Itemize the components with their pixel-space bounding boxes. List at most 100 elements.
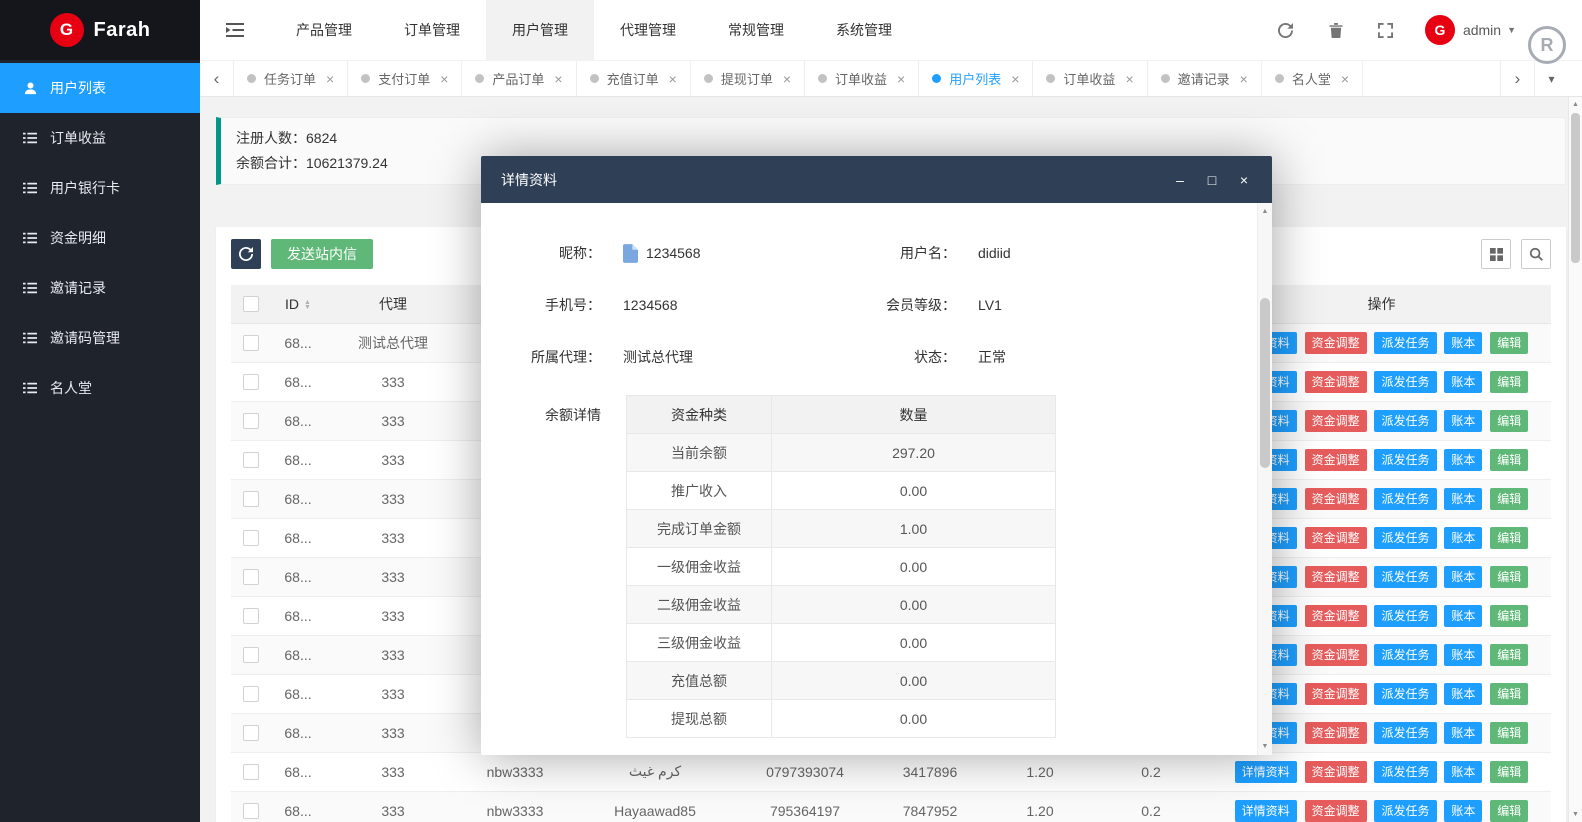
row-checkbox[interactable] (243, 647, 259, 663)
tab-close-icon[interactable]: × (554, 71, 562, 87)
tab-close-icon[interactable]: × (897, 71, 905, 87)
detail-button[interactable]: 详情资料 (1235, 800, 1297, 822)
fullscreen-icon[interactable] (1361, 23, 1411, 38)
ledger-button[interactable]: 账本 (1444, 449, 1482, 471)
ledger-button[interactable]: 账本 (1444, 332, 1482, 354)
dispatch-task-button[interactable]: 派发任务 (1374, 761, 1436, 783)
tab[interactable]: 任务订单 × (234, 61, 348, 96)
row-checkbox[interactable] (243, 452, 259, 468)
dispatch-task-button[interactable]: 派发任务 (1374, 644, 1436, 666)
fund-adjust-button[interactable]: 资金调整 (1305, 566, 1367, 588)
sidebar-item[interactable]: 邀请码管理 (0, 313, 200, 363)
file-icon[interactable] (623, 244, 638, 263)
dispatch-task-button[interactable]: 派发任务 (1374, 449, 1436, 471)
grid-view-icon[interactable] (1481, 239, 1511, 269)
ledger-button[interactable]: 账本 (1444, 488, 1482, 510)
edit-button[interactable]: 编辑 (1490, 644, 1528, 666)
sort-desc-icon[interactable]: ▼ (304, 305, 311, 310)
page-scrollbar[interactable]: ▲ ▼ (1568, 97, 1582, 822)
fund-adjust-button[interactable]: 资金调整 (1305, 332, 1367, 354)
modal-scrollbar[interactable]: ▲ ▼ (1257, 203, 1272, 755)
ledger-button[interactable]: 账本 (1444, 800, 1482, 822)
sidebar-item[interactable]: 名人堂 (0, 363, 200, 413)
ledger-button[interactable]: 账本 (1444, 722, 1482, 744)
top-menu-item[interactable]: 常规管理 (702, 0, 810, 60)
dispatch-task-button[interactable]: 派发任务 (1374, 488, 1436, 510)
ledger-button[interactable]: 账本 (1444, 683, 1482, 705)
tab[interactable]: 产品订单 × (462, 61, 576, 96)
edit-button[interactable]: 编辑 (1490, 566, 1528, 588)
tab[interactable]: 支付订单 × (348, 61, 462, 96)
edit-button[interactable]: 编辑 (1490, 449, 1528, 471)
modal-scrollbar-thumb[interactable] (1260, 298, 1270, 468)
sort-icons[interactable]: ▲▼ (304, 300, 311, 310)
edit-button[interactable]: 编辑 (1490, 605, 1528, 627)
fund-adjust-button[interactable]: 资金调整 (1305, 644, 1367, 666)
page-scrollbar-thumb[interactable] (1571, 113, 1580, 263)
top-menu-item[interactable]: 用户管理 (486, 0, 594, 60)
tabs-menu-button[interactable]: ▾ (1534, 61, 1568, 96)
sidebar-item[interactable]: 资金明细 (0, 213, 200, 263)
sidebar-item[interactable]: 订单收益 (0, 113, 200, 163)
minimize-icon[interactable]: – (1172, 172, 1188, 188)
close-icon[interactable]: × (1236, 172, 1252, 188)
fund-adjust-button[interactable]: 资金调整 (1305, 683, 1367, 705)
search-icon[interactable] (1521, 239, 1551, 269)
row-checkbox[interactable] (243, 725, 259, 741)
column-header-id[interactable]: ID▲▼ (270, 285, 326, 323)
tab[interactable]: 订单收益 × (805, 61, 919, 96)
send-message-button[interactable]: 发送站内信 (271, 239, 373, 269)
top-menu-item[interactable]: 产品管理 (270, 0, 378, 60)
tab-close-icon[interactable]: × (1240, 71, 1248, 87)
admin-username[interactable]: admin (1463, 22, 1501, 38)
sidebar-item[interactable]: 邀请记录 (0, 263, 200, 313)
tab-close-icon[interactable]: × (1341, 71, 1349, 87)
edit-button[interactable]: 编辑 (1490, 761, 1528, 783)
sidebar-item[interactable]: 用户列表 (0, 63, 200, 113)
row-checkbox[interactable] (243, 335, 259, 351)
detail-button[interactable]: 详情资料 (1235, 761, 1297, 783)
tab-close-icon[interactable]: × (1125, 71, 1133, 87)
fund-adjust-button[interactable]: 资金调整 (1305, 488, 1367, 510)
row-checkbox[interactable] (243, 374, 259, 390)
edit-button[interactable]: 编辑 (1490, 410, 1528, 432)
select-all-checkbox[interactable] (243, 296, 259, 312)
tabs-scroll-left-button[interactable]: ‹ (200, 61, 234, 96)
fund-adjust-button[interactable]: 资金调整 (1305, 800, 1367, 822)
dispatch-task-button[interactable]: 派发任务 (1374, 605, 1436, 627)
fund-adjust-button[interactable]: 资金调整 (1305, 605, 1367, 627)
dispatch-task-button[interactable]: 派发任务 (1374, 566, 1436, 588)
tab[interactable]: 充值订单 × (577, 61, 691, 96)
fund-adjust-button[interactable]: 资金调整 (1305, 449, 1367, 471)
top-menu-item[interactable]: 订单管理 (378, 0, 486, 60)
edit-button[interactable]: 编辑 (1490, 488, 1528, 510)
ledger-button[interactable]: 账本 (1444, 527, 1482, 549)
fund-adjust-button[interactable]: 资金调整 (1305, 527, 1367, 549)
row-checkbox[interactable] (243, 764, 259, 780)
row-checkbox[interactable] (243, 686, 259, 702)
row-checkbox[interactable] (243, 803, 259, 819)
row-checkbox[interactable] (243, 569, 259, 585)
ledger-button[interactable]: 账本 (1444, 605, 1482, 627)
modal-header[interactable]: 详情资料 – □ × (481, 156, 1272, 203)
edit-button[interactable]: 编辑 (1490, 527, 1528, 549)
sidebar-collapse-icon[interactable] (200, 23, 270, 37)
dispatch-task-button[interactable]: 派发任务 (1374, 527, 1436, 549)
tab-close-icon[interactable]: × (1011, 71, 1019, 87)
refresh-table-button[interactable] (231, 239, 261, 269)
fund-adjust-button[interactable]: 资金调整 (1305, 761, 1367, 783)
dispatch-task-button[interactable]: 派发任务 (1374, 371, 1436, 393)
page-scroll-up-icon[interactable]: ▲ (1569, 101, 1582, 108)
tab[interactable]: 提现订单 × (691, 61, 805, 96)
ledger-button[interactable]: 账本 (1444, 644, 1482, 666)
edit-button[interactable]: 编辑 (1490, 332, 1528, 354)
user-avatar[interactable]: G (1425, 15, 1455, 45)
top-menu-item[interactable]: 系统管理 (810, 0, 918, 60)
page-scroll-down-icon[interactable]: ▼ (1569, 811, 1582, 818)
scroll-up-icon[interactable]: ▲ (1258, 208, 1272, 215)
row-checkbox[interactable] (243, 413, 259, 429)
row-checkbox[interactable] (243, 608, 259, 624)
edit-button[interactable]: 编辑 (1490, 800, 1528, 822)
edit-button[interactable]: 编辑 (1490, 722, 1528, 744)
fund-adjust-button[interactable]: 资金调整 (1305, 410, 1367, 432)
